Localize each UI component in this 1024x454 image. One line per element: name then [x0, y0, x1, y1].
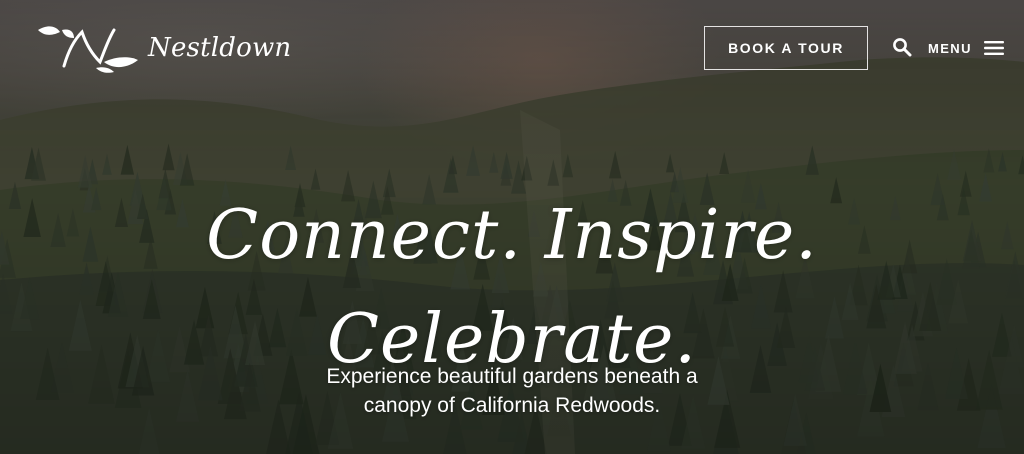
- brand-logo[interactable]: Nestldown: [34, 22, 291, 74]
- hamburger-menu-icon: [983, 41, 1004, 55]
- headline-line-1: Connect. Inspire.: [206, 195, 818, 275]
- search-button[interactable]: [892, 37, 912, 57]
- subtext-line-1: Experience beautiful gardens beneath a: [326, 365, 698, 388]
- menu-button[interactable]: MENU: [928, 37, 1004, 59]
- search-icon: [893, 38, 912, 57]
- menu-label: MENU: [928, 40, 972, 56]
- subtext-line-2: canopy of California Redwoods.: [363, 394, 661, 417]
- brand-name: Nestldown: [148, 33, 292, 63]
- book-a-tour-button[interactable]: BOOK A TOUR: [704, 26, 868, 70]
- n-monogram-leaf-icon: [38, 26, 138, 73]
- hero-subtext: Experience beautiful gardens beneath a c…: [0, 362, 1024, 420]
- hero-headline: Connect. Inspire. Celebrate.: [0, 184, 1024, 392]
